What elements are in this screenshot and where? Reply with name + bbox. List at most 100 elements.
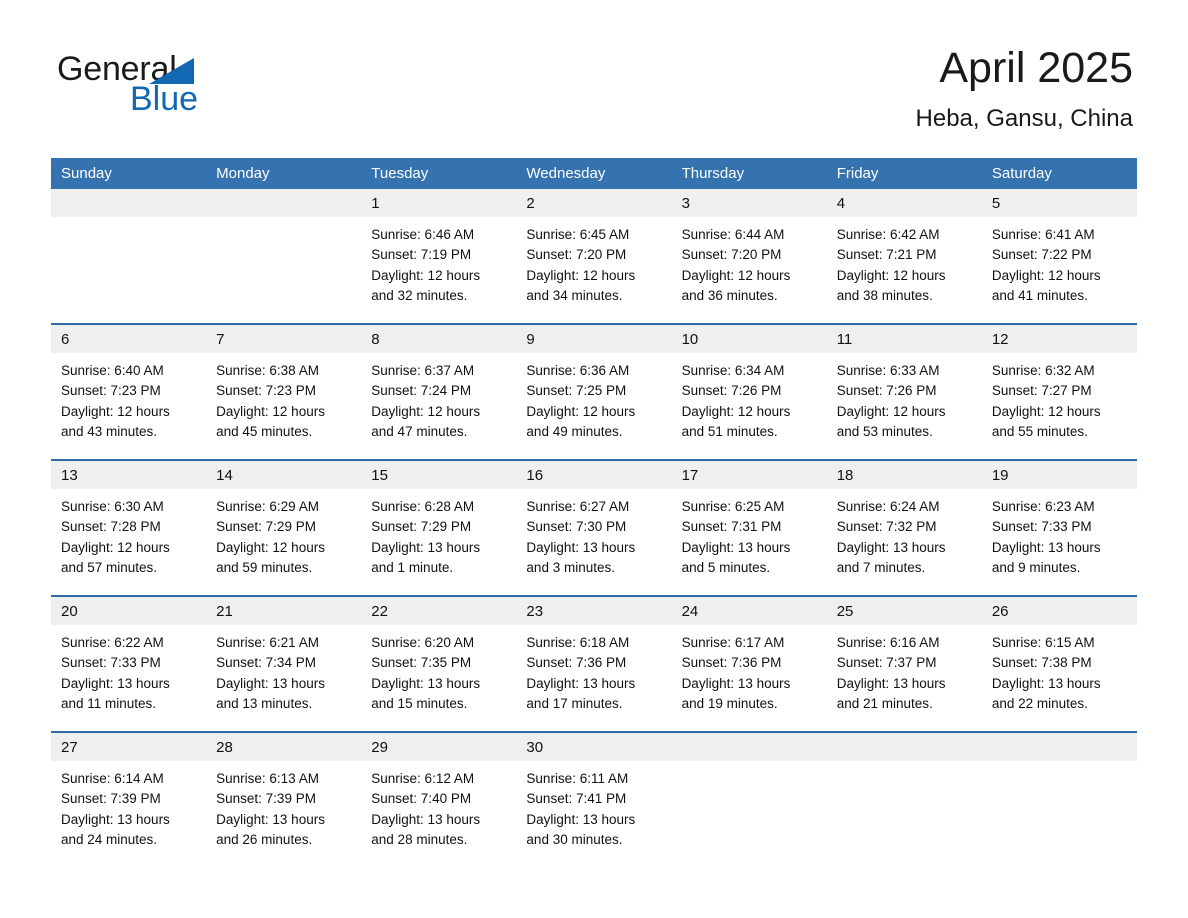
day-detail-line: and 21 minutes.	[836, 695, 933, 711]
day-number[interactable]: 18	[827, 461, 982, 489]
day-cell[interactable]: Sunrise: 6:40 AM Sunset: 7:23 PM Daylight:…	[51, 353, 206, 459]
day-detail-line: and 24 minutes.	[61, 831, 158, 847]
day-detail-line: and 32 minutes.	[371, 287, 468, 303]
day-cell[interactable]: Sunrise: 6:16 AM Sunset: 7:37 PM Daylight:…	[827, 625, 982, 731]
day-detail-line: Sunrise: 6:37 AM	[371, 363, 475, 378]
day-number[interactable]: 10	[672, 325, 827, 353]
day-cell[interactable]: Sunrise: 6:17 AM Sunset: 7:36 PM Daylight:…	[672, 625, 827, 731]
day-cell[interactable]: Sunrise: 6:25 AM Sunset: 7:31 PM Daylight:…	[672, 489, 827, 595]
weekday-header-wednesday: Wednesday	[526, 165, 606, 182]
day-detail-line: Sunrise: 6:14 AM	[61, 771, 164, 786]
day-detail-line: Sunset: 7:33 PM	[61, 655, 161, 671]
day-detail-line: and 47 minutes.	[371, 423, 468, 439]
calendar-week-row: 6 7 8 9 10 11 12 Sunrise: 6:40 AM Sunset: 7:23 P…	[51, 323, 1137, 459]
day-detail-line: and 59 minutes.	[216, 559, 313, 575]
day-number[interactable]: 20	[51, 597, 206, 625]
week-detail-band: Sunrise: 6:40 AM Sunset: 7:23 PM Daylight:…	[51, 353, 1137, 459]
day-detail-line: and 36 minutes.	[681, 287, 778, 303]
day-number[interactable]: 13	[51, 461, 206, 489]
day-detail-line: and 55 minutes.	[991, 423, 1088, 439]
day-cell[interactable]: Sunrise: 6:28 AM Sunset: 7:29 PM Daylight:…	[361, 489, 516, 595]
day-cell[interactable]: Sunrise: 6:18 AM Sunset: 7:36 PM Daylight:…	[516, 625, 671, 731]
day-detail-line: Sunrise: 6:46 AM	[371, 227, 475, 242]
day-cell[interactable]: Sunrise: 6:11 AM Sunset: 7:41 PM Daylight:…	[516, 761, 671, 867]
day-cell[interactable]: Sunrise: 6:37 AM Sunset: 7:24 PM Daylight:…	[361, 353, 516, 459]
day-number[interactable]: 30	[516, 733, 671, 761]
day-detail-line: Sunrise: 6:20 AM	[371, 635, 475, 650]
day-number[interactable]: 2	[516, 189, 671, 217]
day-cell[interactable]: Sunrise: 6:36 AM Sunset: 7:25 PM Daylight:…	[516, 353, 671, 459]
day-number[interactable]: 6	[51, 325, 206, 353]
day-detail-line: Daylight: 13 hours	[991, 539, 1101, 555]
day-detail-line: and 57 minutes.	[61, 559, 158, 575]
day-cell[interactable]: Sunrise: 6:41 AM Sunset: 7:22 PM Daylight:…	[982, 217, 1137, 323]
day-number[interactable]: 7	[206, 325, 361, 353]
day-cell[interactable]: Sunrise: 6:30 AM Sunset: 7:28 PM Daylight:…	[51, 489, 206, 595]
day-number[interactable]: 21	[206, 597, 361, 625]
day-number[interactable]: 3	[672, 189, 827, 217]
day-detail-line: Sunset: 7:30 PM	[526, 519, 627, 535]
day-number[interactable]: 22	[361, 597, 516, 625]
day-detail-line: Sunrise: 6:33 AM	[836, 363, 940, 378]
day-cell[interactable]: Sunrise: 6:22 AM Sunset: 7:33 PM Daylight:…	[51, 625, 206, 731]
day-detail-line: Sunrise: 6:24 AM	[836, 499, 940, 514]
day-detail-line: Daylight: 12 hours	[836, 267, 946, 283]
day-detail-line: Sunset: 7:26 PM	[681, 383, 782, 399]
day-cell[interactable]: Sunrise: 6:32 AM Sunset: 7:27 PM Daylight:…	[982, 353, 1137, 459]
day-number[interactable]: 11	[827, 325, 982, 353]
day-cell[interactable]: Sunrise: 6:14 AM Sunset: 7:39 PM Daylight:…	[51, 761, 206, 867]
day-cell[interactable]: Sunrise: 6:46 AM Sunset: 7:19 PM Daylight:…	[361, 217, 516, 323]
day-detail-line: Sunrise: 6:44 AM	[681, 227, 785, 242]
day-cell[interactable]: Sunrise: 6:29 AM Sunset: 7:29 PM Daylight:…	[206, 489, 361, 595]
day-detail-line: Daylight: 13 hours	[371, 539, 481, 555]
day-detail-line: and 9 minutes.	[991, 559, 1081, 575]
day-cell[interactable]: Sunrise: 6:45 AM Sunset: 7:20 PM Daylight:…	[516, 217, 671, 323]
day-cell[interactable]: Sunrise: 6:42 AM Sunset: 7:21 PM Daylight:…	[827, 217, 982, 323]
day-number[interactable]: 12	[982, 325, 1137, 353]
day-number[interactable]: 24	[672, 597, 827, 625]
day-detail-line: and 7 minutes.	[836, 559, 926, 575]
day-number[interactable]: 27	[51, 733, 206, 761]
day-detail-line: and 1 minute.	[371, 559, 454, 575]
day-number[interactable]: 5	[982, 189, 1137, 217]
day-detail-line: and 38 minutes.	[836, 287, 933, 303]
day-cell[interactable]: Sunrise: 6:27 AM Sunset: 7:30 PM Daylight:…	[516, 489, 671, 595]
day-detail-line: Daylight: 12 hours	[216, 403, 325, 419]
day-cell[interactable]: Sunrise: 6:13 AM Sunset: 7:39 PM Daylight:…	[206, 761, 361, 867]
day-cell[interactable]: Sunrise: 6:20 AM Sunset: 7:35 PM Daylight:…	[361, 625, 516, 731]
day-detail-line: and 34 minutes.	[526, 287, 623, 303]
day-cell[interactable]: Sunrise: 6:33 AM Sunset: 7:26 PM Daylight:…	[827, 353, 982, 459]
day-number[interactable]: 15	[361, 461, 516, 489]
day-detail-line: Sunrise: 6:22 AM	[61, 635, 164, 650]
day-number[interactable]: 8	[361, 325, 516, 353]
day-cell[interactable]: Sunrise: 6:24 AM Sunset: 7:32 PM Daylight:…	[827, 489, 982, 595]
day-detail-line: Daylight: 13 hours	[216, 811, 325, 827]
day-cell[interactable]: Sunrise: 6:15 AM Sunset: 7:38 PM Daylight:…	[982, 625, 1137, 731]
day-number[interactable]: 14	[206, 461, 361, 489]
day-number[interactable]: 26	[982, 597, 1137, 625]
day-cell[interactable]: Sunrise: 6:38 AM Sunset: 7:23 PM Daylight:…	[206, 353, 361, 459]
day-number[interactable]: 1	[361, 189, 516, 217]
day-number[interactable]: 17	[672, 461, 827, 489]
day-number-empty	[51, 189, 206, 217]
day-number[interactable]: 19	[982, 461, 1137, 489]
day-number[interactable]: 16	[516, 461, 671, 489]
day-cell[interactable]: Sunrise: 6:34 AM Sunset: 7:26 PM Daylight:…	[672, 353, 827, 459]
day-detail-line: Sunset: 7:39 PM	[216, 791, 316, 807]
day-number[interactable]: 28	[206, 733, 361, 761]
day-detail-line: Daylight: 12 hours	[681, 403, 791, 419]
day-number[interactable]: 9	[516, 325, 671, 353]
day-number[interactable]: 23	[516, 597, 671, 625]
day-detail-line: Sunrise: 6:34 AM	[681, 363, 785, 378]
day-number[interactable]: 4	[827, 189, 982, 217]
day-cell[interactable]: Sunrise: 6:12 AM Sunset: 7:40 PM Daylight:…	[361, 761, 516, 867]
day-cell[interactable]: Sunrise: 6:21 AM Sunset: 7:34 PM Daylight:…	[206, 625, 361, 731]
day-number[interactable]: 25	[827, 597, 982, 625]
calendar-week-row: 1 2 3 4 5 Sunrise: 6:46 AM Sunset: 7:19 PM Dayl…	[51, 189, 1137, 323]
day-cell[interactable]: Sunrise: 6:23 AM Sunset: 7:33 PM Daylight:…	[982, 489, 1137, 595]
day-cell[interactable]: Sunrise: 6:44 AM Sunset: 7:20 PM Daylight:…	[672, 217, 827, 323]
day-detail-line: Sunrise: 6:12 AM	[371, 771, 475, 786]
day-detail-line: Sunset: 7:26 PM	[836, 383, 937, 399]
week-daynumber-band: 12345	[51, 189, 1137, 217]
day-number[interactable]: 29	[361, 733, 516, 761]
